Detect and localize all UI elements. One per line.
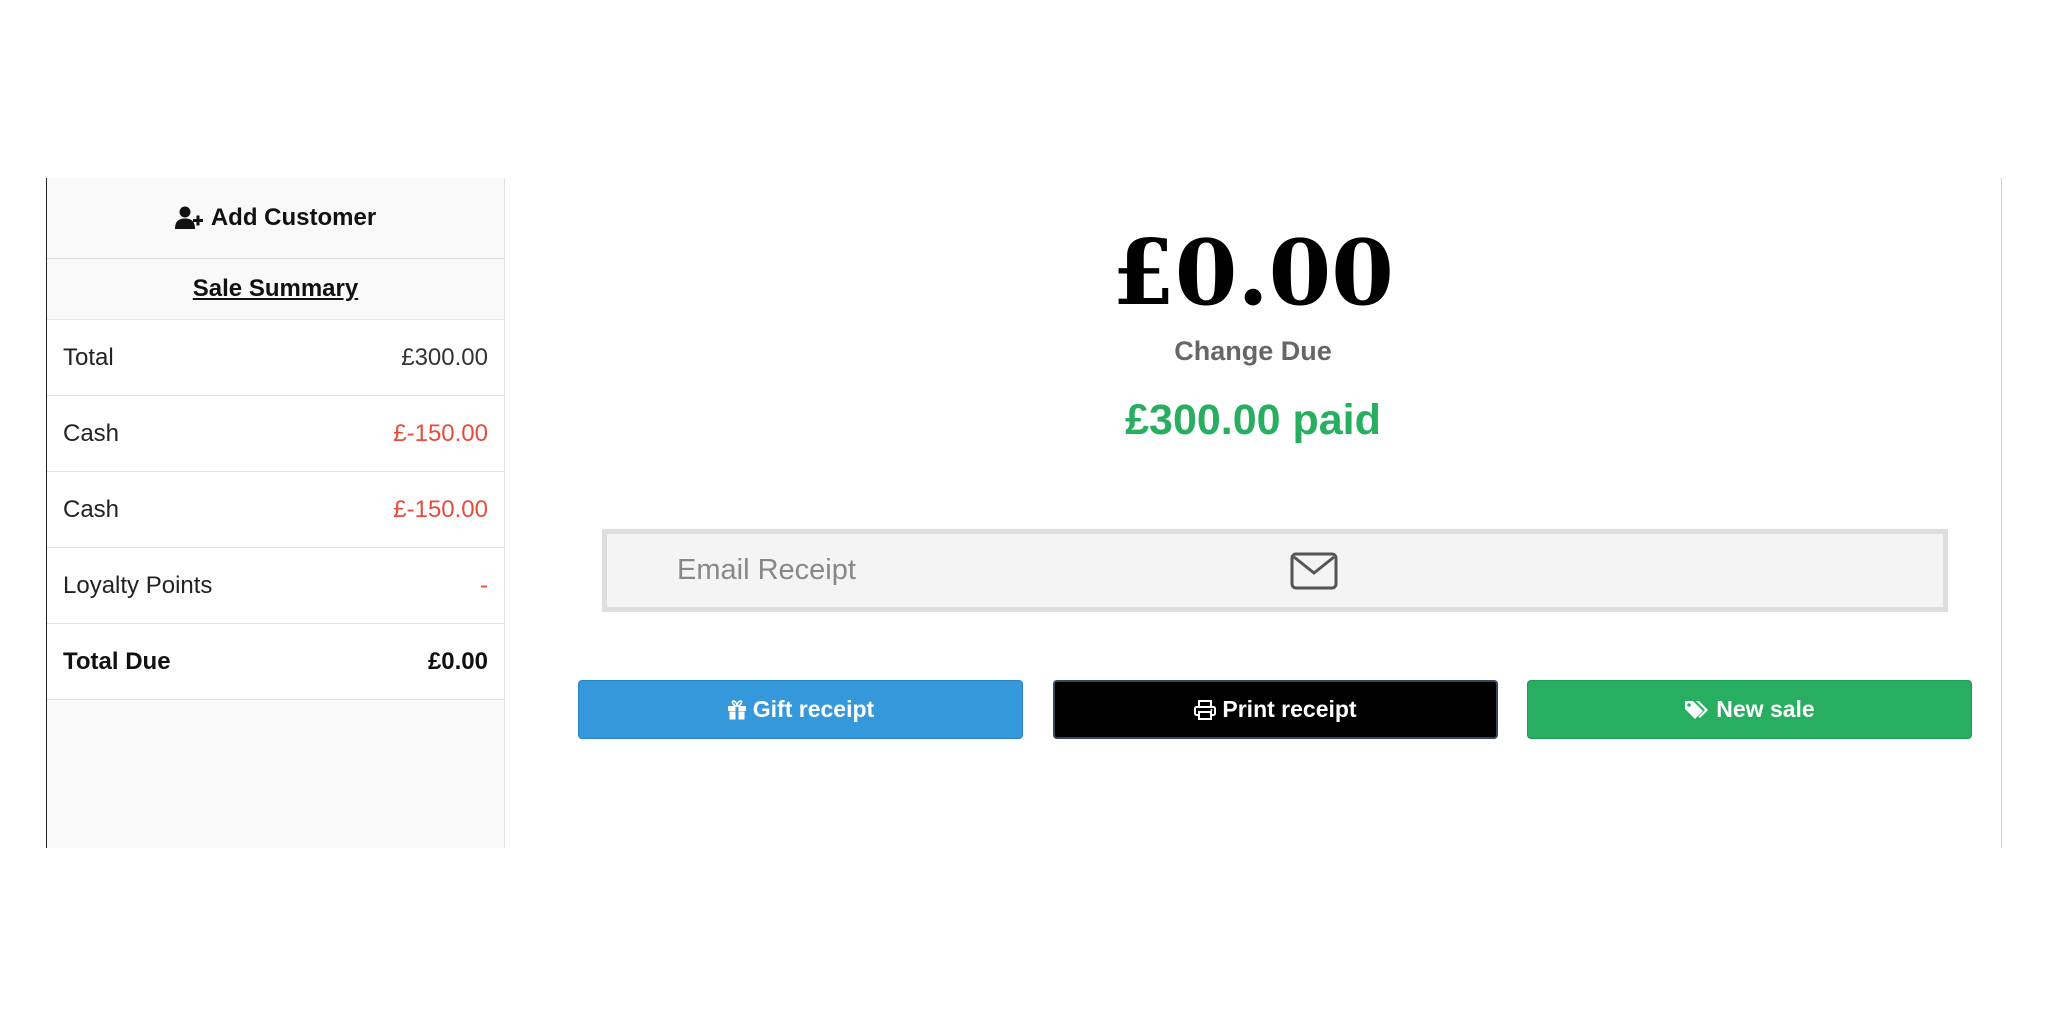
summary-row-label: Cash	[63, 495, 120, 523]
add-customer-button[interactable]: Add Customer	[47, 178, 504, 259]
envelope-icon[interactable]	[1290, 552, 1338, 595]
payment-complete-panel: £0.00 Change Due £300.00 paid Email Rece…	[505, 178, 2001, 848]
pos-complete-screen: Add Customer Sale Summary Total £300.00 …	[46, 178, 2002, 848]
summary-row-value: -	[480, 571, 488, 599]
tags-icon	[1684, 699, 1710, 721]
gift-receipt-label: Gift receipt	[752, 696, 875, 722]
total-due-value: £0.00	[427, 647, 488, 675]
new-sale-label: New sale	[1716, 696, 1815, 722]
summary-row-loyalty-points: Loyalty Points -	[47, 548, 504, 624]
summary-row-label: Total	[63, 343, 114, 371]
summary-row-cash-payment: Cash £-150.00	[47, 472, 504, 548]
summary-row-value: £-150.00	[393, 495, 488, 523]
summary-row-total-due: Total Due £0.00	[47, 624, 504, 700]
print-receipt-button[interactable]: Print receipt	[1053, 680, 1498, 739]
printer-icon	[1194, 699, 1217, 720]
email-receipt-input[interactable]	[675, 553, 1279, 588]
amount-paid-text: £300.00 paid	[1125, 396, 1381, 444]
summary-row-label: Cash	[63, 419, 120, 447]
change-due-label: Change Due	[1174, 336, 1332, 366]
new-sale-button[interactable]: New sale	[1527, 680, 1972, 739]
gift-icon	[727, 699, 747, 720]
sale-sidebar: Add Customer Sale Summary Total £300.00 …	[47, 178, 505, 848]
sale-summary-heading: Sale Summary	[47, 259, 504, 320]
print-receipt-label: Print receipt	[1222, 696, 1357, 722]
add-customer-label: Add Customer	[210, 204, 377, 231]
summary-row-value: £300.00	[401, 343, 488, 371]
summary-row-cash-payment: Cash £-150.00	[47, 396, 504, 472]
gift-receipt-button[interactable]: Gift receipt	[578, 680, 1023, 739]
summary-row-total: Total £300.00	[47, 320, 504, 396]
email-receipt-field[interactable]	[602, 529, 1948, 612]
total-due-label: Total Due	[63, 647, 171, 675]
summary-row-label: Loyalty Points	[63, 571, 213, 599]
sale-summary-title: Sale Summary	[192, 275, 359, 302]
user-plus-icon	[174, 206, 203, 230]
change-due-amount: £0.00	[1112, 220, 1394, 326]
summary-row-value: £-150.00	[393, 419, 488, 447]
